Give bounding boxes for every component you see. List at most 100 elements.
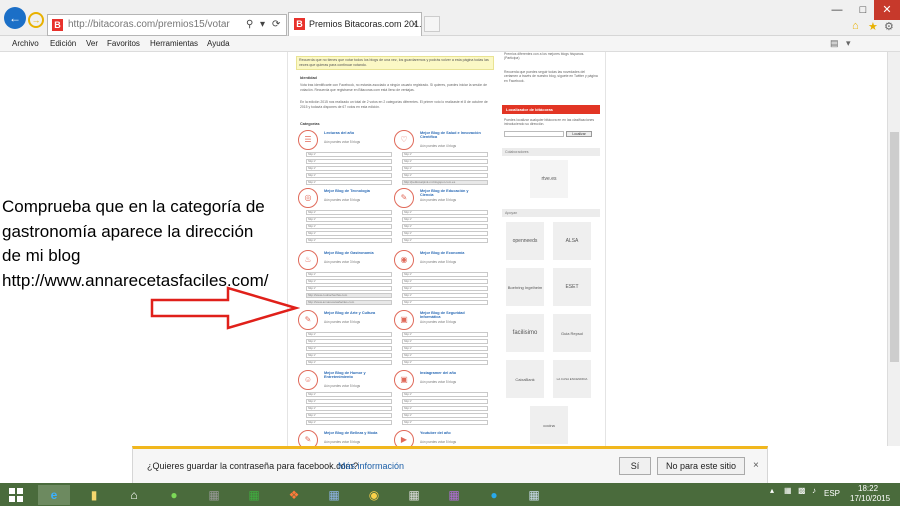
menu-herramientas[interactable]: Herramientas: [150, 39, 198, 48]
url-input[interactable]: http://: [402, 166, 488, 171]
logo-openneeds[interactable]: openneeds: [506, 222, 544, 260]
not-for-this-site-button[interactable]: No para este sitio: [657, 457, 745, 475]
url-input[interactable]: http://: [402, 360, 488, 365]
address-url[interactable]: http://bitacoras.com/premios15/votar: [68, 15, 230, 35]
volume-icon[interactable]: ♪: [812, 486, 816, 495]
logo-boehringer[interactable]: Boehring Ingelheim: [506, 268, 544, 306]
spotify-icon[interactable]: ●: [158, 485, 190, 505]
menu-ayuda[interactable]: Ayuda: [207, 39, 230, 48]
home-icon[interactable]: ⌂: [118, 485, 150, 505]
gear-icon[interactable]: ⚙: [884, 20, 894, 33]
tab-premios[interactable]: B Premios Bitacoras.com 201... ×: [288, 12, 422, 36]
excel-icon[interactable]: ▦: [238, 485, 270, 505]
url-input[interactable]: http://: [402, 279, 488, 284]
url-input[interactable]: http://: [402, 152, 488, 157]
url-input[interactable]: http://: [402, 399, 488, 404]
app-icon[interactable]: ▦: [318, 485, 350, 505]
vertical-scrollbar[interactable]: [887, 52, 900, 446]
forward-button[interactable]: →: [28, 12, 44, 28]
home-icon[interactable]: ⌂: [852, 20, 859, 32]
url-input[interactable]: http://: [306, 238, 392, 243]
category-name[interactable]: Mejor Blog de Gastronomía: [324, 251, 386, 255]
yes-button[interactable]: Sí: [619, 457, 651, 475]
app-icon[interactable]: ▦: [398, 485, 430, 505]
locator-button[interactable]: Localizar: [566, 131, 592, 137]
url-input[interactable]: http://: [402, 293, 488, 298]
maximize-button[interactable]: □: [850, 0, 876, 20]
url-input[interactable]: http://: [306, 286, 392, 291]
url-input[interactable]: http://: [306, 332, 392, 337]
url-input[interactable]: http://: [306, 399, 392, 404]
url-input[interactable]: http://: [402, 272, 488, 277]
menu-edicion[interactable]: Edición: [50, 39, 76, 48]
url-input[interactable]: http://: [306, 224, 392, 229]
category-name[interactable]: Mejor Blog de Educación y Ciencia: [420, 189, 482, 198]
logo-rtve[interactable]: rtve.es: [530, 160, 568, 198]
url-input[interactable]: http://: [402, 406, 488, 411]
menu-archivo[interactable]: Archivo: [12, 39, 39, 48]
menu-ver[interactable]: Ver: [86, 39, 98, 48]
logo-guia-repsol[interactable]: Guia Repsol: [553, 314, 591, 352]
tray-app-icon[interactable]: ▦: [784, 486, 792, 495]
url-input[interactable]: http://: [306, 392, 392, 397]
url-input[interactable]: http://: [306, 413, 392, 418]
refresh-icon[interactable]: ⟳: [272, 15, 280, 35]
url-input[interactable]: http://: [402, 173, 488, 178]
category-name[interactable]: Mejor Blog de Arte y Cultura: [324, 311, 386, 315]
star-icon[interactable]: ★: [868, 20, 878, 33]
tray-chevron-icon[interactable]: ▴: [770, 486, 774, 495]
url-input[interactable]: http://: [306, 180, 392, 185]
category-name[interactable]: Mejor Blog de Humor y Entretenimiento: [324, 371, 386, 380]
url-input[interactable]: http://: [306, 420, 392, 425]
url-input[interactable]: http://: [402, 217, 488, 222]
chrome-icon[interactable]: ◉: [358, 485, 390, 505]
category-name[interactable]: Mejor Blog de Salud e Innovación Científ…: [420, 131, 482, 140]
logo-facilisimo[interactable]: facilisimo: [506, 314, 544, 352]
app-icon[interactable]: ❖: [278, 485, 310, 505]
url-input[interactable]: http://: [306, 346, 392, 351]
logo-eset[interactable]: ESET: [553, 268, 591, 306]
logo-alsa[interactable]: ALSA: [553, 222, 591, 260]
category-name[interactable]: Mejor Blog de Economía: [420, 251, 482, 255]
url-input[interactable]: http://: [402, 210, 488, 215]
url-input-filled[interactable]: http://www.annarecetasfaciles.com: [306, 300, 392, 305]
menu-favoritos[interactable]: Favoritos: [107, 39, 140, 48]
url-input[interactable]: http://: [306, 159, 392, 164]
url-input[interactable]: http://: [402, 353, 488, 358]
url-input-filled[interactable]: http://www.cuoliocherifav.com: [306, 293, 392, 298]
url-input[interactable]: http://: [402, 224, 488, 229]
clock-time[interactable]: 18:22: [858, 484, 878, 493]
url-input[interactable]: http://: [402, 300, 488, 305]
url-input[interactable]: http://: [402, 392, 488, 397]
url-input-filled[interactable]: http://petticoatpink-mi.blogspot.com.es: [402, 180, 488, 185]
category-name[interactable]: Instagramer del año: [420, 371, 482, 375]
network-icon[interactable]: ▩: [798, 486, 806, 495]
url-input[interactable]: http://: [402, 332, 488, 337]
file-explorer-icon[interactable]: ▮: [78, 485, 110, 505]
url-input[interactable]: http://: [402, 420, 488, 425]
close-notification-icon[interactable]: ×: [753, 460, 759, 471]
category-name[interactable]: Lecturas del año: [324, 131, 386, 135]
close-window-button[interactable]: ✕: [874, 0, 900, 20]
onenote-icon[interactable]: ▦: [438, 485, 470, 505]
url-input[interactable]: http://: [402, 339, 488, 344]
compatibility-icon[interactable]: ▤: [830, 38, 839, 49]
language-indicator[interactable]: ESP: [824, 489, 840, 498]
url-input[interactable]: http://: [306, 353, 392, 358]
url-input[interactable]: http://: [306, 339, 392, 344]
more-info-link[interactable]: Más información: [338, 461, 404, 471]
new-tab-button[interactable]: [424, 16, 440, 32]
logo-casa-encendida[interactable]: LA CASA ENCENDIDA: [553, 360, 591, 398]
minimize-button[interactable]: —: [824, 0, 850, 20]
logo-cocina[interactable]: cocina: [530, 406, 568, 444]
url-input[interactable]: http://: [306, 272, 392, 277]
chevron-down-icon[interactable]: ▾: [260, 15, 265, 35]
locator-input[interactable]: [504, 131, 564, 137]
word-icon[interactable]: ▦: [518, 485, 550, 505]
url-input[interactable]: http://: [306, 166, 392, 171]
category-name[interactable]: Youtuber del año: [420, 431, 482, 435]
url-input[interactable]: http://: [402, 413, 488, 418]
chevron-down-icon[interactable]: ▾: [846, 38, 851, 49]
scrollbar-thumb[interactable]: [890, 132, 899, 362]
url-input[interactable]: http://: [306, 210, 392, 215]
